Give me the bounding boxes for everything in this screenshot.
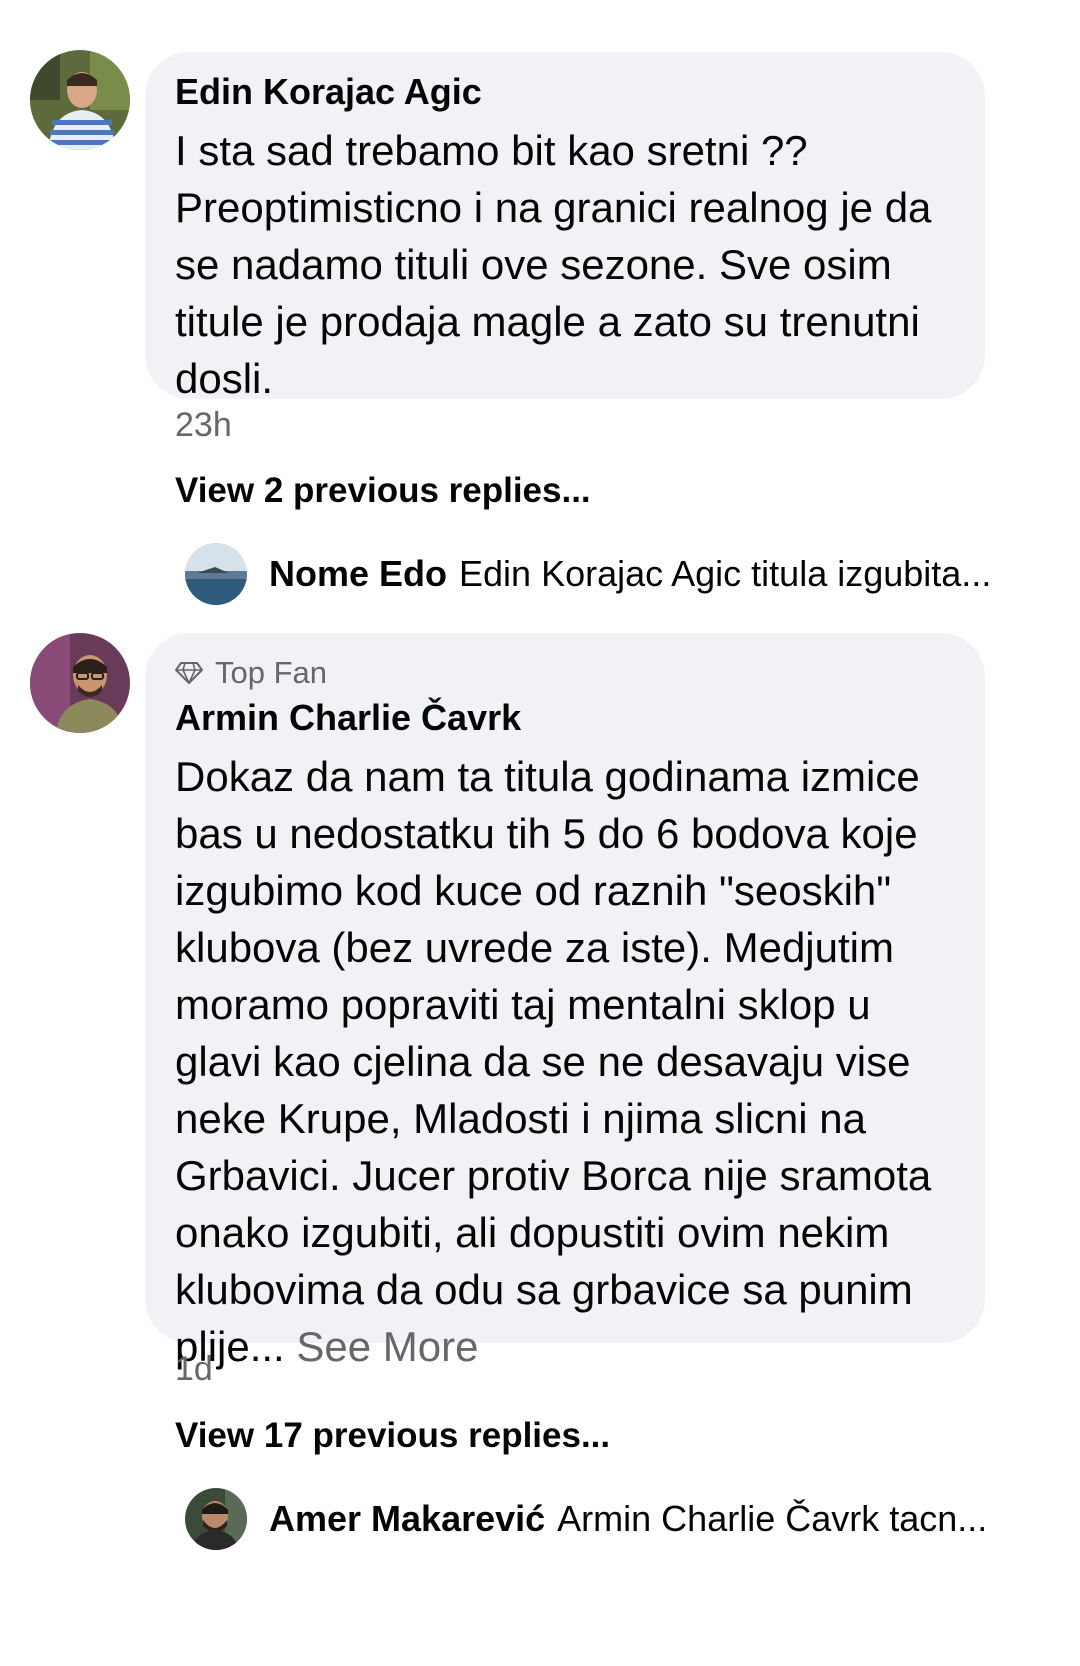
reply-preview[interactable]: Amer Makarević Armin Charlie Čavrk tacn.…	[185, 1488, 1045, 1550]
reply-text: Armin Charlie Čavrk tacn...	[557, 1498, 988, 1539]
comment-author[interactable]: Armin Charlie Čavrk	[175, 696, 955, 740]
see-more-link[interactable]: See More	[296, 1323, 478, 1370]
view-previous-replies-link[interactable]: View 2 previous replies...	[175, 471, 591, 511]
comment-text-content: Dokaz da nam ta titula godinama izmice b…	[175, 753, 932, 1370]
avatar[interactable]	[185, 1488, 247, 1550]
comment-author[interactable]: Edin Korajac Agic	[175, 70, 955, 114]
comment-text: Dokaz da nam ta titula godinama izmice b…	[175, 748, 955, 1375]
comment-bubble[interactable]: Top Fan Armin Charlie Čavrk Dokaz da nam…	[145, 633, 985, 1370]
badge-label: Top Fan	[215, 655, 328, 690]
reply-author[interactable]: Amer Makarević	[269, 1498, 545, 1540]
reply-text: Edin Korajac Agic titula izgubita...	[459, 553, 992, 594]
reply-preview[interactable]: Nome Edo Edin Korajac Agic titula izgubi…	[185, 543, 1045, 605]
comment-timestamp[interactable]: 1d	[175, 1350, 213, 1389]
comment-text: I sta sad trebamo bit kao sretni ?? Preo…	[175, 127, 932, 402]
diamond-icon	[175, 662, 203, 684]
avatar[interactable]	[30, 50, 130, 150]
view-previous-replies-link[interactable]: View 17 previous replies...	[175, 1416, 610, 1456]
comment-timestamp[interactable]: 23h	[175, 406, 232, 445]
avatar[interactable]	[30, 633, 130, 733]
reply-author[interactable]: Nome Edo	[269, 553, 447, 595]
top-fan-badge: Top Fan	[175, 653, 955, 693]
avatar[interactable]	[185, 543, 247, 605]
comment-bubble[interactable]: Edin Korajac Agic I sta sad trebamo bit …	[145, 52, 985, 402]
